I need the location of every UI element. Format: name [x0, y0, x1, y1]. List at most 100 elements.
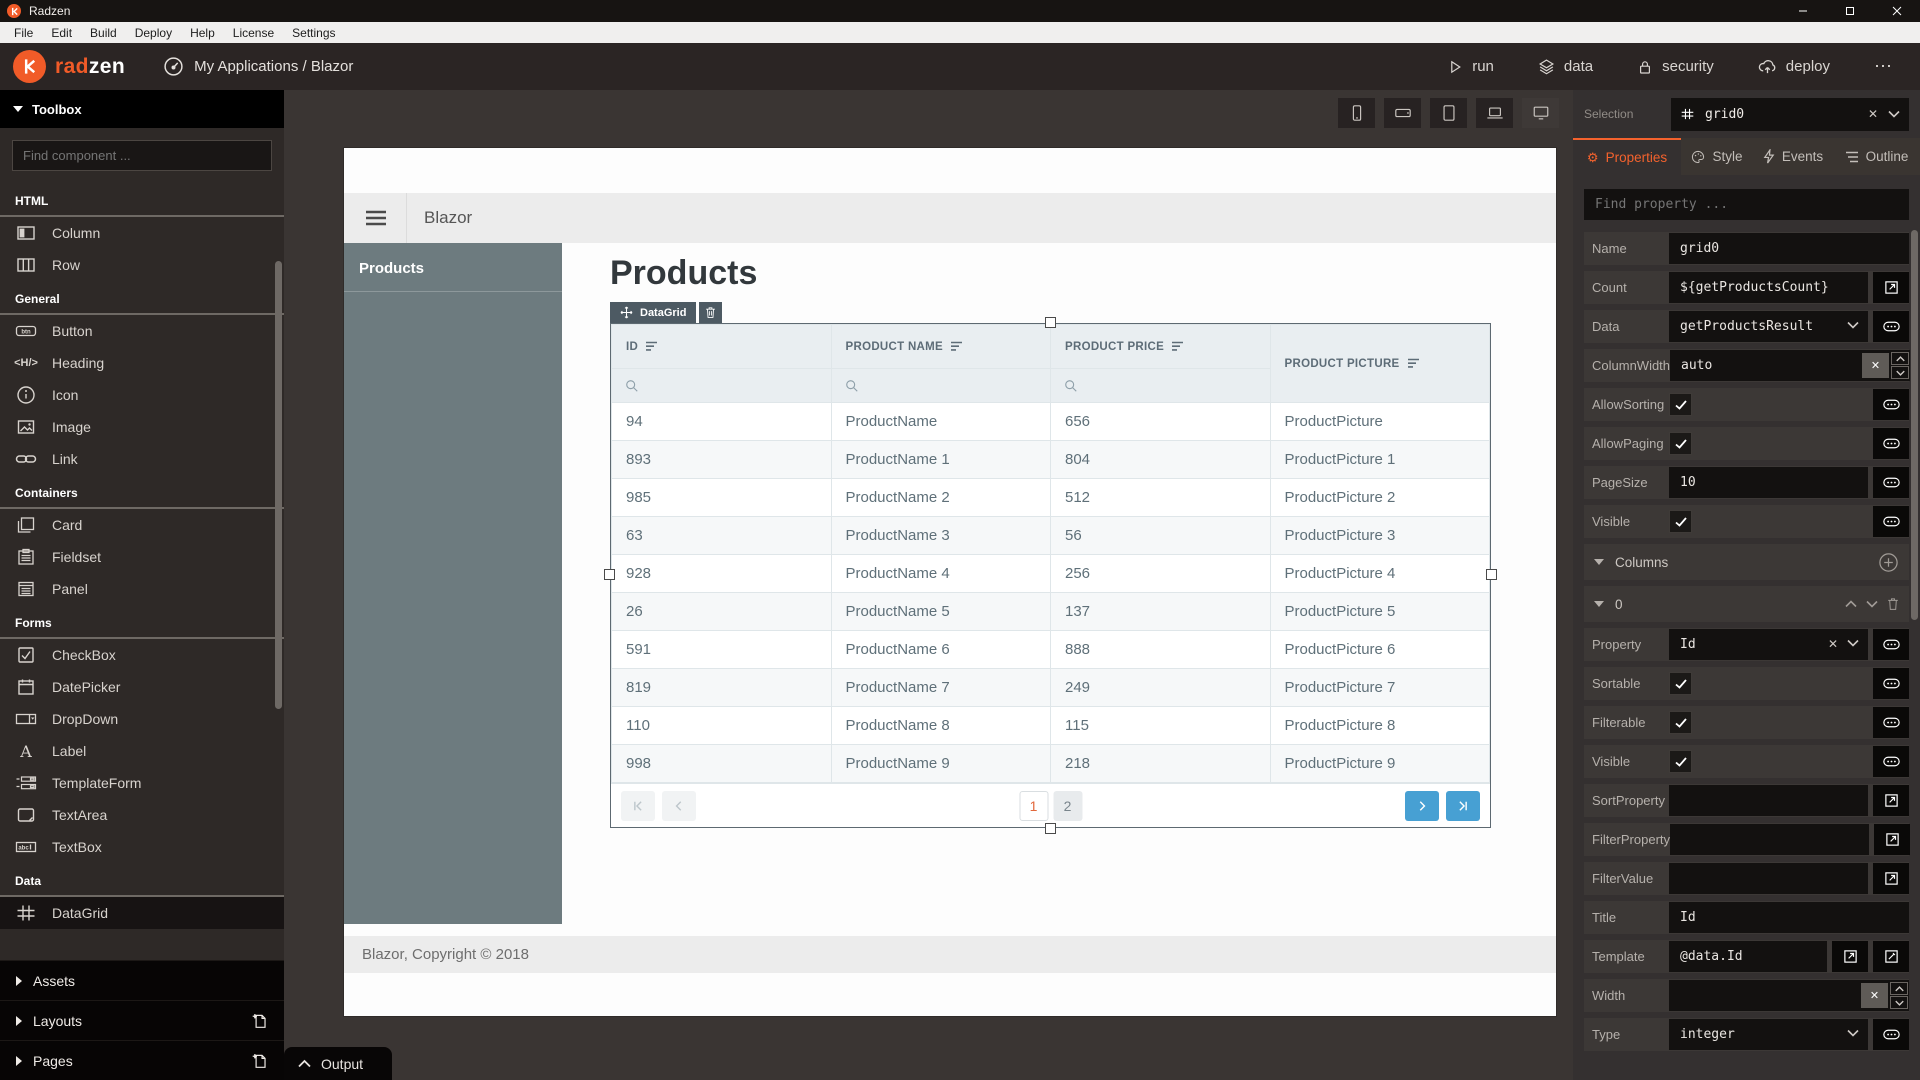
bind-property-button[interactable] [1873, 629, 1909, 660]
add-column-icon[interactable] [1878, 552, 1899, 573]
menu-edit[interactable]: Edit [42, 26, 81, 40]
open-filtervalue-button[interactable] [1873, 863, 1909, 894]
sortable-checkbox[interactable] [1669, 672, 1692, 695]
add-page-icon[interactable] [251, 1052, 268, 1069]
clear-property-icon[interactable]: ✕ [1828, 637, 1838, 651]
toolbox-item-row[interactable]: Row [0, 249, 284, 281]
decrement-button[interactable] [1891, 366, 1910, 379]
tab-style[interactable]: Style [1681, 138, 1753, 175]
page-number-1[interactable]: 1 [1019, 790, 1048, 821]
find-property-input[interactable] [1584, 189, 1909, 220]
toolbox-item-textbox[interactable]: abc TextBox [0, 831, 284, 863]
nav-item-products[interactable]: Products [344, 243, 562, 292]
column-header-id[interactable]: ID [611, 324, 832, 369]
toolbox-item-textarea[interactable]: TextArea [0, 799, 284, 831]
datagrid-component[interactable]: ID PRODUCT NAME PRODUCT PRICE PRODUCT PI… [610, 323, 1491, 828]
filter-cell-product-price[interactable] [1050, 368, 1271, 403]
toolbox-item-datepicker[interactable]: DatePicker [0, 671, 284, 703]
data-select[interactable] [1669, 311, 1868, 342]
sortproperty-input[interactable] [1669, 785, 1868, 816]
toolbox-item-label[interactable]: A Label [0, 735, 284, 767]
more-menu-button[interactable]: ⋯ [1874, 56, 1894, 77]
device-phone-portrait-button[interactable] [1338, 98, 1375, 128]
open-expression-editor-button[interactable] [1873, 272, 1909, 303]
clear-value-button[interactable]: ✕ [1862, 353, 1890, 378]
toolbox-item-button[interactable]: btn Button [0, 315, 284, 347]
bind-sortable-button[interactable] [1873, 668, 1909, 699]
next-page-button[interactable] [1405, 790, 1439, 821]
selection-dropdown[interactable]: grid0 ✕ [1671, 97, 1909, 131]
selected-component-chip[interactable]: DataGrid [610, 302, 697, 323]
name-input[interactable] [1669, 233, 1909, 264]
chevron-down-icon[interactable] [1888, 110, 1900, 118]
visible-checkbox[interactable] [1669, 510, 1692, 533]
resize-handle-bottom[interactable] [1045, 823, 1056, 834]
delete-component-button[interactable] [699, 302, 723, 323]
security-button[interactable]: security [1637, 58, 1714, 75]
toolbox-item-icon[interactable]: Icon [0, 379, 284, 411]
find-component-input[interactable] [12, 140, 272, 171]
device-phone-landscape-button[interactable] [1384, 98, 1421, 128]
filterproperty-input[interactable] [1670, 824, 1870, 855]
device-desktop-button[interactable] [1522, 98, 1559, 128]
hamburger-menu-icon[interactable] [365, 210, 387, 226]
property-select[interactable] [1669, 629, 1868, 660]
pagesize-input[interactable] [1669, 467, 1868, 498]
minimize-button[interactable] [1779, 0, 1826, 22]
menu-file[interactable]: File [5, 26, 42, 40]
designed-page[interactable]: Blazor Products Blazor, Copyright © 2018… [344, 148, 1556, 1016]
bind-allowsorting-button[interactable] [1873, 389, 1909, 420]
resize-handle-right[interactable] [1486, 569, 1497, 580]
bind-type-button[interactable] [1873, 1019, 1909, 1050]
filter-cell-id[interactable] [611, 368, 832, 403]
radzen-brand[interactable]: radzen [13, 50, 125, 83]
clear-selection-icon[interactable]: ✕ [1868, 107, 1878, 121]
trash-icon[interactable] [1887, 597, 1899, 611]
toolbox-item-image[interactable]: Image [0, 411, 284, 443]
columns-section-header[interactable]: Columns [1584, 544, 1909, 580]
edit-template-button[interactable] [1873, 941, 1909, 972]
run-button[interactable]: run [1447, 58, 1494, 75]
toolbox-item-heading[interactable]: <H/> Heading [0, 347, 284, 379]
deploy-button[interactable]: deploy [1758, 57, 1830, 76]
menu-help[interactable]: Help [181, 26, 224, 40]
column-header-product-picture[interactable]: PRODUCT PICTURE [1269, 324, 1490, 403]
bind-filterable-button[interactable] [1873, 707, 1909, 738]
toolbox-item-panel[interactable]: Panel [0, 573, 284, 605]
toolbox-item-dropdown[interactable]: DropDown [0, 703, 284, 735]
output-panel-tab[interactable]: Output [284, 1047, 392, 1080]
menu-deploy[interactable]: Deploy [126, 26, 181, 40]
breadcrumb[interactable]: My Applications / Blazor [163, 56, 353, 77]
title-input[interactable] [1669, 902, 1909, 933]
toolbox-item-card[interactable]: Card [0, 509, 284, 541]
menu-license[interactable]: License [224, 26, 283, 40]
toolbox-item-templateform[interactable]: TemplateForm [0, 767, 284, 799]
page-heading[interactable]: Products [610, 254, 1491, 293]
add-layout-icon[interactable] [251, 1012, 268, 1029]
toolbox-scrollbar[interactable] [275, 261, 282, 709]
bind-column-visible-button[interactable] [1873, 746, 1909, 777]
tab-outline[interactable]: Outline [1833, 138, 1920, 175]
bind-data-button[interactable] [1873, 311, 1909, 342]
open-template-button[interactable] [1832, 941, 1868, 972]
device-tablet-button[interactable] [1430, 98, 1467, 128]
toolbox-header[interactable]: Toolbox [0, 90, 284, 128]
increment-button[interactable] [1891, 352, 1910, 365]
page-number-2[interactable]: 2 [1053, 790, 1082, 821]
menu-build[interactable]: Build [81, 26, 126, 40]
column-header-product-price[interactable]: PRODUCT PRICE [1050, 324, 1271, 369]
move-up-icon[interactable] [1845, 600, 1857, 608]
count-input[interactable] [1669, 272, 1868, 303]
allowpaging-checkbox[interactable] [1669, 432, 1692, 455]
close-button[interactable] [1873, 0, 1920, 22]
open-filterproperty-button[interactable] [1874, 824, 1911, 855]
page-app-header[interactable]: Blazor [344, 193, 1556, 243]
app-sidebar[interactable]: Products [344, 243, 562, 924]
allowsorting-checkbox[interactable] [1669, 393, 1692, 416]
maximize-button[interactable] [1826, 0, 1873, 22]
last-page-button[interactable] [1446, 790, 1480, 821]
toolbox-item-checkbox[interactable]: CheckBox [0, 639, 284, 671]
pages-section[interactable]: Pages [0, 1040, 284, 1080]
toolbox-item-datagrid[interactable]: DataGrid [0, 897, 284, 929]
decrement-button[interactable] [1890, 996, 1908, 1009]
